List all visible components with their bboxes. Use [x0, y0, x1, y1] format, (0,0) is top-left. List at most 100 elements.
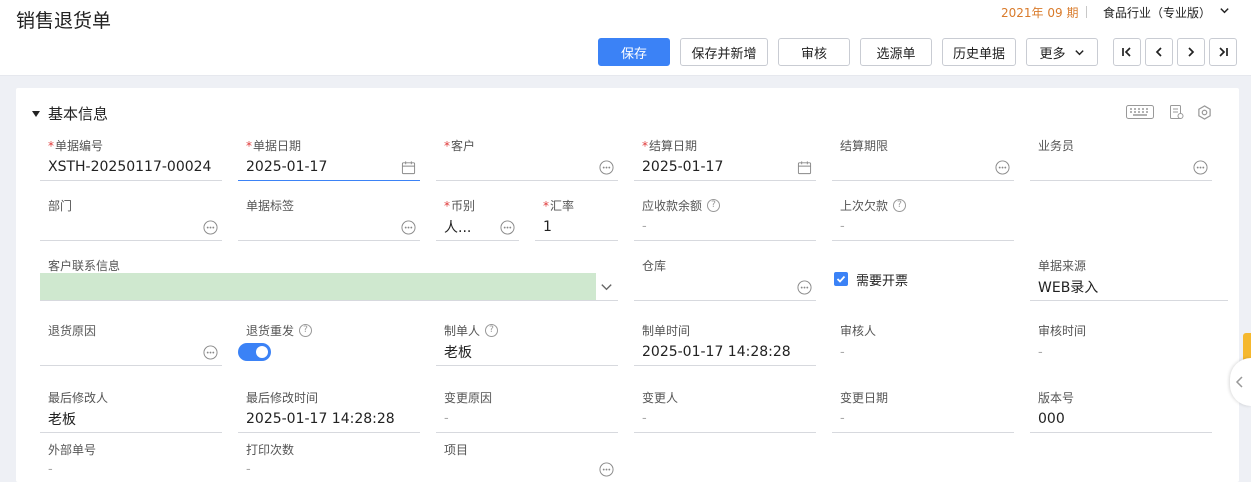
more-options-icon[interactable]: [599, 462, 614, 477]
save-button[interactable]: 保存: [598, 38, 670, 66]
more-options-icon[interactable]: [797, 280, 812, 295]
help-icon[interactable]: ?: [485, 324, 499, 337]
more-options-icon[interactable]: [995, 160, 1010, 175]
creator-value: 老板: [436, 338, 618, 366]
audit-time-label: 审核时间: [1038, 324, 1087, 338]
first-icon: [1122, 47, 1131, 57]
version-label: 版本号: [1038, 391, 1075, 405]
last-debt-label: 上次欠款: [840, 199, 889, 213]
field-currency: * 币别 人...: [436, 197, 519, 241]
field-settle-date: * 结算日期 2025-01-17: [634, 137, 816, 181]
history-button[interactable]: 历史单据: [942, 38, 1016, 66]
invoice-checkbox[interactable]: [834, 272, 848, 286]
field-source: 单据来源 WEB录入: [1030, 257, 1228, 301]
warehouse-input[interactable]: [634, 273, 816, 301]
dept-input[interactable]: [40, 213, 222, 241]
field-creator: 制单人? 老板: [436, 322, 618, 366]
salesman-input[interactable]: [1030, 153, 1212, 181]
settle-term-input[interactable]: [832, 153, 1014, 181]
print-count-value: -: [246, 461, 251, 477]
customer-label: 客户: [451, 139, 476, 153]
select-source-button[interactable]: 选源单: [860, 38, 932, 66]
field-change-date: 变更日期 -: [832, 389, 1014, 433]
changer-label: 变更人: [642, 391, 679, 405]
last-modifier-value: 老板: [40, 405, 222, 433]
invoice-label[interactable]: 需要开票: [856, 270, 908, 289]
more-options-icon[interactable]: [401, 220, 416, 235]
doc-tag-input[interactable]: [238, 213, 420, 241]
help-icon[interactable]: ?: [707, 199, 721, 212]
rate-input[interactable]: 1: [535, 213, 618, 241]
settle-date-label: 结算日期: [649, 139, 698, 153]
rate-label: 汇率: [550, 199, 575, 213]
return-reason-input[interactable]: [40, 338, 222, 366]
last-debt-value: -: [832, 213, 1014, 241]
doc-tag-label: 单据标签: [246, 199, 295, 213]
field-print-count: 打印次数 -: [238, 441, 420, 482]
salesman-label: 业务员: [1038, 139, 1075, 153]
source-value: WEB录入: [1030, 273, 1228, 301]
return-reason-label: 退货原因: [48, 324, 97, 338]
field-doc-tag: 单据标签: [238, 197, 420, 241]
header-divider: [1086, 6, 1087, 18]
reissue-toggle[interactable]: [238, 343, 271, 361]
more-options-icon[interactable]: [1193, 160, 1208, 175]
more-options-icon[interactable]: [599, 160, 614, 175]
field-contact: 客户联系信息: [40, 257, 618, 301]
doc-date-input[interactable]: 2025-01-17: [238, 153, 420, 181]
version-value: 000: [1030, 405, 1212, 433]
last-record-button[interactable]: [1209, 38, 1237, 66]
field-changer: 变更人 -: [634, 389, 816, 433]
first-record-button[interactable]: [1113, 38, 1141, 66]
keyboard-icon[interactable]: [1126, 103, 1154, 121]
change-date-value: -: [832, 405, 1014, 433]
changer-value: -: [634, 405, 816, 433]
field-change-reason: 变更原因 -: [436, 389, 618, 433]
contact-label: 客户联系信息: [48, 259, 121, 273]
more-label: 更多: [1039, 46, 1066, 62]
external-no-label: 外部单号: [48, 443, 97, 457]
more-options-icon[interactable]: [500, 220, 515, 235]
currency-label: 币别: [451, 199, 476, 213]
reissue-label: 退货重发: [246, 324, 295, 338]
collapse-triangle-icon[interactable]: [32, 110, 40, 117]
change-reason-label: 变更原因: [444, 391, 493, 405]
dept-label: 部门: [48, 199, 73, 213]
field-doc-no: * 单据编号 XSTH-20250117-00024: [40, 137, 222, 181]
last-modifier-label: 最后修改人: [48, 391, 109, 405]
next-record-button[interactable]: [1177, 38, 1205, 66]
chevron-down-icon: [1074, 49, 1084, 55]
doc-no-label: 单据编号: [55, 139, 104, 153]
last-icon: [1219, 47, 1228, 57]
help-icon[interactable]: ?: [893, 199, 907, 212]
more-options-icon[interactable]: [203, 345, 218, 360]
field-dept: 部门: [40, 197, 222, 241]
period-label[interactable]: 2021年 09 期: [1001, 4, 1078, 21]
settle-date-input[interactable]: 2025-01-17: [634, 153, 816, 181]
industry-selector[interactable]: 食品行业（专业版）: [1103, 4, 1211, 21]
customer-input[interactable]: [436, 153, 618, 181]
calendar-icon[interactable]: [797, 160, 812, 175]
doc-date-label: 单据日期: [253, 139, 302, 153]
gear-icon[interactable]: [1196, 103, 1212, 121]
field-auditor: 审核人 -: [832, 322, 1014, 366]
calendar-icon[interactable]: [401, 160, 416, 175]
help-icon[interactable]: ?: [299, 324, 313, 337]
audit-button[interactable]: 审核: [778, 38, 850, 66]
change-reason-value: -: [436, 405, 618, 433]
chevron-down-icon[interactable]: [1219, 5, 1230, 16]
more-options-icon[interactable]: [203, 220, 218, 235]
field-audit-time: 审核时间 -: [1030, 322, 1212, 366]
save-new-button[interactable]: 保存并新增: [680, 38, 768, 66]
check-icon: [836, 275, 846, 283]
field-external-no: 外部单号 -: [40, 441, 222, 482]
doc-no-input[interactable]: XSTH-20250117-00024: [40, 153, 222, 181]
chevron-down-icon[interactable]: [599, 279, 614, 294]
audit-time-value: -: [1038, 344, 1043, 360]
field-settle-term: 结算期限: [832, 137, 1014, 181]
section-header[interactable]: 基本信息: [32, 103, 108, 124]
print-template-icon[interactable]: [1168, 103, 1184, 121]
more-button[interactable]: 更多: [1026, 38, 1098, 66]
prev-record-button[interactable]: [1145, 38, 1173, 66]
project-input[interactable]: [436, 457, 618, 481]
